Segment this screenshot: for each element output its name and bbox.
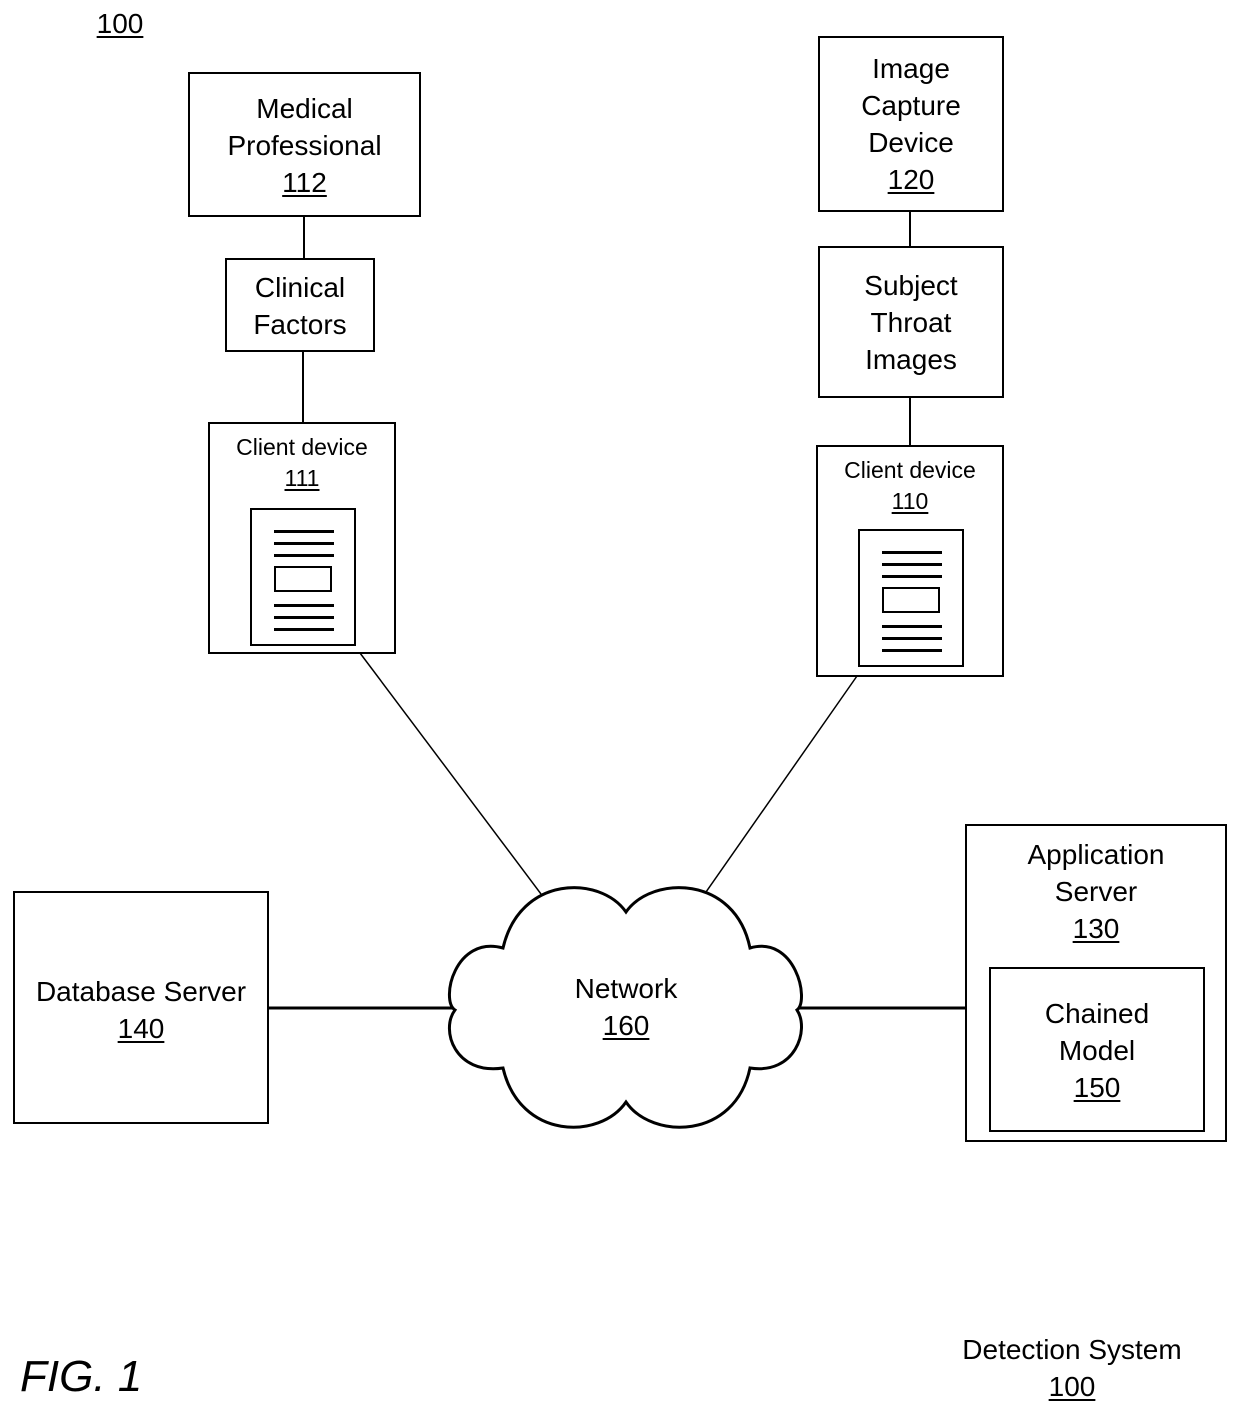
chained-model-label-line-1: Chained <box>1044 998 1150 1029</box>
database-server-ref: 140 <box>117 1013 165 1044</box>
client-device-110-ref: 110 <box>891 488 929 514</box>
image-capture-device-label-line-2: Capture <box>861 90 961 121</box>
network-ref: 160 <box>602 1010 650 1041</box>
client-device-111-label: Client device <box>236 434 368 460</box>
connector-client-device-110-to-network <box>705 675 858 893</box>
client-device-111-node: Client device 111 <box>208 422 396 654</box>
clinical-factors-label-line-1: Clinical <box>254 272 346 303</box>
figure-top-reference: 100 <box>96 8 144 39</box>
connector-client-device-111-to-network <box>359 652 542 895</box>
system-ref: 100 <box>1048 1371 1096 1402</box>
client-device-111-ref: 111 <box>284 465 320 491</box>
application-server-ref: 130 <box>1072 913 1120 944</box>
clinical-factors-node: Clinical Factors <box>225 258 375 352</box>
subject-throat-images-node: Subject Throat Images <box>818 246 1004 398</box>
application-server-node: Application Server 130 Chained Model 150 <box>965 824 1227 1142</box>
document-icon <box>858 529 964 667</box>
image-capture-device-node: Image Capture Device 120 <box>818 36 1004 212</box>
subject-throat-images-label-line-2: Throat <box>870 307 952 338</box>
database-server-label: Database Server <box>35 976 247 1007</box>
image-capture-device-ref: 120 <box>887 164 935 195</box>
medical-professional-ref: 112 <box>282 167 327 198</box>
application-server-label-line-1: Application <box>1027 839 1165 870</box>
subject-throat-images-label-line-3: Images <box>865 344 957 375</box>
system-title-block: Detection System 100 <box>942 1331 1202 1405</box>
medical-professional-label-line-2: Professional <box>227 130 382 161</box>
system-title: Detection System <box>962 1334 1182 1365</box>
network-label: Network <box>574 973 678 1004</box>
network-node: Network 160 <box>526 970 726 1044</box>
application-server-label-line-2: Server <box>1054 876 1138 907</box>
database-server-node: Database Server 140 <box>13 891 269 1124</box>
chained-model-label-line-2: Model <box>1058 1035 1136 1066</box>
client-device-110-node: Client device 110 <box>816 445 1004 677</box>
subject-throat-images-label-line-1: Subject <box>864 270 958 301</box>
image-capture-device-label-line-1: Image <box>872 53 950 84</box>
chained-model-node: Chained Model 150 <box>989 967 1205 1132</box>
client-device-110-label: Client device <box>844 457 976 483</box>
medical-professional-node: Medical Professional 112 <box>188 72 421 217</box>
clinical-factors-label-line-2: Factors <box>253 309 347 340</box>
figure-caption: FIG. 1 <box>20 1352 143 1401</box>
medical-professional-label-line-1: Medical <box>256 93 353 124</box>
image-capture-device-label-line-3: Device <box>868 127 954 158</box>
diagram-canvas <box>268 211 966 1129</box>
document-icon <box>250 508 356 646</box>
chained-model-ref: 150 <box>1073 1072 1121 1103</box>
